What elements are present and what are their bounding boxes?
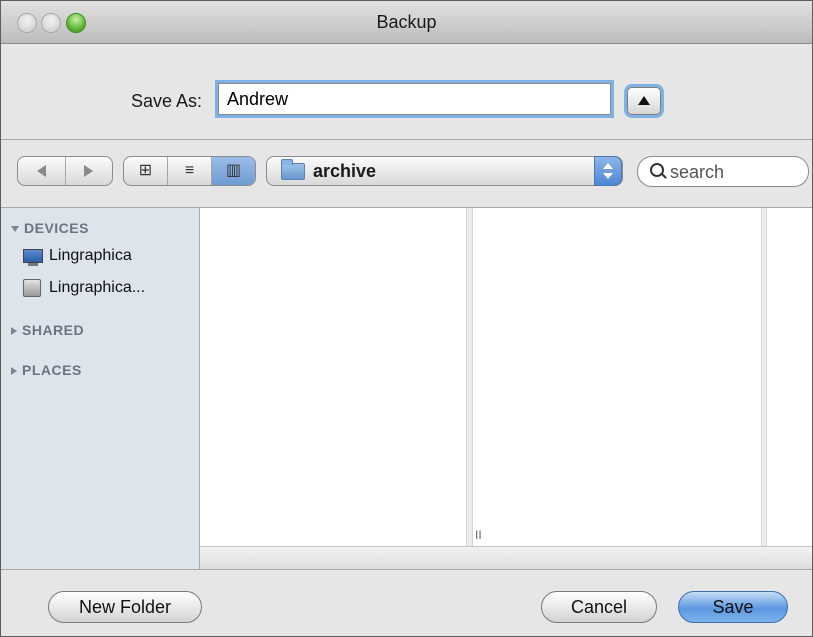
save-as-area: Save As: (1, 44, 812, 140)
view-mode-control: ⊞ ≡ ▥ (123, 156, 256, 186)
back-button[interactable] (18, 157, 66, 185)
location-popup[interactable]: archive (266, 156, 623, 186)
icon-view-icon: ⊞ (138, 162, 153, 179)
disclosure-closed-icon (11, 367, 17, 376)
new-folder-button[interactable]: New Folder (48, 591, 202, 623)
horizontal-scrollbar[interactable] (200, 546, 812, 570)
sidebar-section-places[interactable]: PLACES (11, 362, 82, 378)
save-as-input[interactable] (218, 83, 611, 115)
column-browser: II (200, 208, 812, 570)
display-icon (23, 249, 43, 266)
folder-icon (281, 159, 305, 180)
expand-dialog-button[interactable] (627, 87, 661, 115)
save-dialog: Backup Save As: ⊞ ≡ ▥ archive (0, 0, 813, 637)
list-view-icon: ≡ (184, 162, 195, 179)
sidebar-item-lingraphica-drive[interactable]: Lingraphica... (23, 277, 145, 299)
cancel-button[interactable]: Cancel (541, 591, 657, 623)
browser-column-1[interactable] (200, 208, 467, 546)
sidebar-section-shared[interactable]: SHARED (11, 322, 84, 338)
back-forward-control (17, 156, 113, 186)
forward-button[interactable] (66, 157, 113, 185)
drive-icon (23, 279, 41, 297)
search-input[interactable] (668, 160, 802, 184)
save-button[interactable]: Save (678, 591, 788, 623)
window-title: Backup (376, 12, 437, 32)
sidebar-item-label: Lingraphica... (49, 279, 146, 296)
icon-view-button[interactable]: ⊞ (124, 157, 168, 185)
disclosure-closed-icon (11, 327, 17, 336)
forward-arrow-icon (84, 165, 94, 177)
sidebar-section-devices[interactable]: DEVICES (11, 220, 89, 236)
disclosure-open-icon (11, 226, 19, 233)
search-icon (650, 163, 664, 177)
sidebar-item-label: Lingraphica (49, 247, 132, 264)
column-view-button[interactable]: ▥ (212, 157, 255, 185)
search-field[interactable] (637, 156, 809, 187)
title-bar: Backup (1, 1, 812, 44)
triangle-up-icon (638, 96, 650, 105)
column-resize-handle[interactable]: II (475, 528, 482, 542)
browser-column-2[interactable] (472, 208, 762, 546)
browser-column-3[interactable] (766, 208, 812, 546)
save-as-label: Save As: (131, 91, 203, 111)
column-view-icon: ▥ (225, 162, 242, 179)
location-label: archive (313, 161, 377, 181)
list-view-button[interactable]: ≡ (168, 157, 212, 185)
sidebar: DEVICES Lingraphica Lingraphica... SHARE… (1, 208, 200, 569)
popup-arrows-icon (594, 156, 622, 186)
sidebar-item-lingraphica[interactable]: Lingraphica (23, 245, 132, 267)
button-bar: New Folder Cancel Save (1, 569, 812, 636)
browser-toolbar: ⊞ ≡ ▥ archive (1, 140, 812, 208)
back-arrow-icon (36, 165, 46, 177)
